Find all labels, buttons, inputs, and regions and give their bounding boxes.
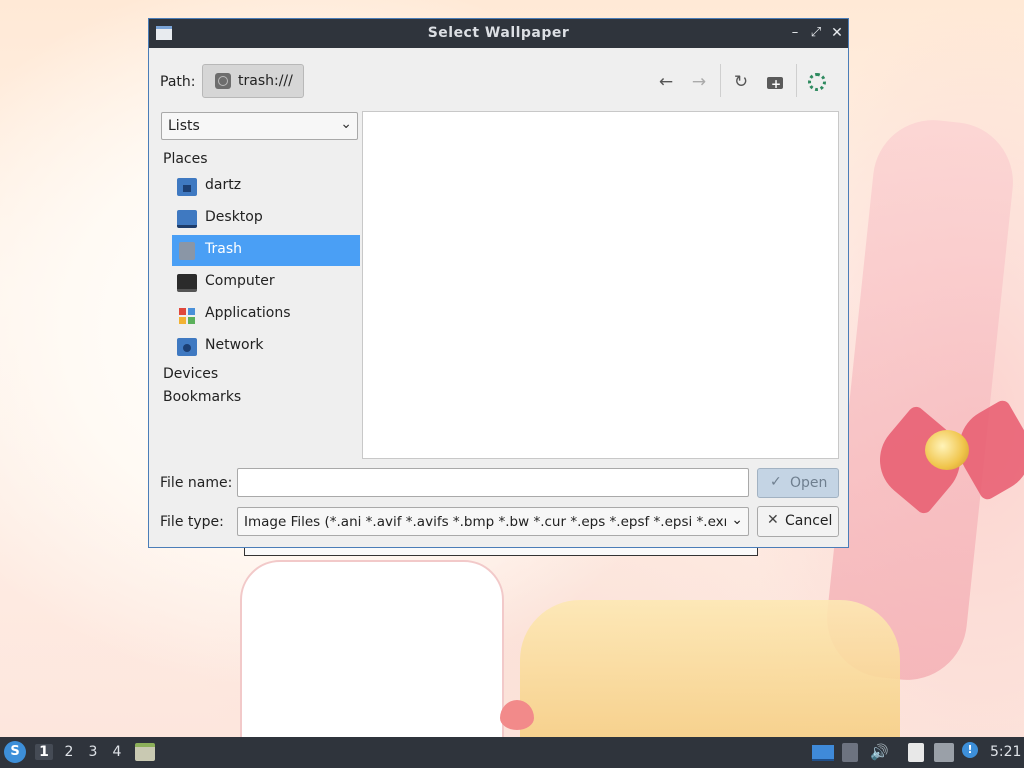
chevron-down-icon: ⌄ bbox=[340, 116, 352, 132]
close-icon: ✕ bbox=[767, 512, 779, 528]
network-icon bbox=[177, 338, 197, 356]
desktop-icon bbox=[177, 210, 197, 228]
cancel-button-label: Cancel bbox=[785, 513, 833, 529]
wallpaper-strawberry-shape bbox=[500, 700, 534, 730]
reload-icon[interactable]: ↻ bbox=[730, 71, 752, 93]
file-list-view[interactable] bbox=[362, 111, 839, 459]
bookmarks-header[interactable]: Bookmarks bbox=[163, 389, 241, 405]
home-folder-icon bbox=[177, 178, 197, 196]
update-notifier-icon[interactable]: ! bbox=[962, 742, 978, 758]
sidebar-item-trash[interactable]: Trash bbox=[172, 235, 360, 266]
network-status-icon[interactable] bbox=[934, 743, 954, 762]
wallpaper-dress-shape bbox=[520, 600, 900, 737]
toolbar-separator bbox=[720, 64, 721, 97]
applications-icon bbox=[177, 306, 197, 324]
back-arrow-icon[interactable]: ← bbox=[655, 71, 677, 93]
computer-icon bbox=[177, 274, 197, 292]
wallpaper-frill-shape bbox=[240, 560, 504, 737]
sidebar-item-label: Network bbox=[205, 337, 264, 353]
view-mode-value: Lists bbox=[168, 118, 200, 134]
check-icon: ✓ bbox=[770, 474, 782, 490]
file-type-select[interactable]: Image Files (*.ani *.avif *.avifs *.bmp … bbox=[237, 507, 749, 536]
forward-arrow-icon[interactable]: → bbox=[688, 71, 710, 93]
new-folder-icon[interactable] bbox=[764, 71, 786, 95]
sidebar-item-label: dartz bbox=[205, 177, 242, 193]
sidebar-item-desktop[interactable]: Desktop bbox=[172, 203, 360, 234]
sidebar-item-label: Applications bbox=[205, 305, 291, 321]
path-label: Path: bbox=[160, 74, 196, 90]
file-type-value: Image Files (*.ani *.avif *.avifs *.bmp … bbox=[244, 514, 726, 530]
show-desktop-icon[interactable] bbox=[812, 745, 834, 761]
select-wallpaper-dialog: Select Wallpaper – ⤢ ✕ Path: trash:/// ←… bbox=[148, 18, 849, 548]
file-type-label: File type: bbox=[160, 514, 224, 530]
file-name-label: File name: bbox=[160, 475, 233, 491]
workspace-4-button[interactable]: 4 bbox=[108, 744, 126, 760]
open-button[interactable]: ✓ Open bbox=[757, 468, 839, 498]
volume-icon[interactable]: 🔊 bbox=[870, 743, 890, 762]
dialog-titlebar[interactable]: Select Wallpaper – ⤢ ✕ bbox=[149, 19, 848, 48]
application-menu-icon[interactable] bbox=[806, 71, 828, 93]
close-button[interactable]: ✕ bbox=[829, 25, 845, 41]
path-value: trash:/// bbox=[238, 73, 293, 89]
file-manager-launcher-icon[interactable] bbox=[135, 743, 155, 761]
cancel-button[interactable]: ✕ Cancel bbox=[757, 506, 839, 537]
eject-icon[interactable] bbox=[842, 743, 858, 762]
taskbar: S 1 2 3 4 🔊 ! 5:21 bbox=[0, 737, 1024, 768]
devices-header[interactable]: Devices bbox=[163, 366, 218, 382]
view-mode-select[interactable]: Lists ⌄ bbox=[161, 112, 358, 140]
chevron-down-icon: ⌄ bbox=[731, 512, 743, 528]
background-window-edge bbox=[244, 548, 758, 556]
maximize-button[interactable]: ⤢ bbox=[808, 25, 824, 41]
workspace-3-button[interactable]: 3 bbox=[84, 744, 102, 760]
sidebar-item-computer[interactable]: Computer bbox=[172, 267, 360, 298]
workspace-2-button[interactable]: 2 bbox=[60, 744, 78, 760]
sidebar-item-dartz[interactable]: dartz bbox=[172, 171, 360, 202]
sidebar-item-label: Computer bbox=[205, 273, 275, 289]
open-button-label: Open bbox=[790, 475, 828, 491]
sidebar-item-network[interactable]: Network bbox=[172, 331, 360, 362]
clipboard-icon[interactable] bbox=[908, 743, 924, 762]
minimize-button[interactable]: – bbox=[787, 25, 803, 41]
sidebar-item-label: Trash bbox=[205, 241, 242, 257]
places-header[interactable]: Places bbox=[163, 151, 208, 167]
wallpaper-bell-shape bbox=[925, 430, 969, 470]
trash-icon bbox=[179, 242, 195, 260]
workspace-1-button[interactable]: 1 bbox=[35, 744, 53, 760]
toolbar-separator bbox=[796, 64, 797, 97]
path-trash-button[interactable]: trash:/// bbox=[202, 64, 304, 98]
sidebar-item-applications[interactable]: Applications bbox=[172, 299, 360, 330]
dialog-title: Select Wallpaper bbox=[427, 25, 570, 41]
sidebar-item-label: Desktop bbox=[205, 209, 263, 225]
file-name-input[interactable] bbox=[237, 468, 749, 497]
trash-location-icon bbox=[215, 73, 231, 89]
start-menu-icon[interactable]: S bbox=[4, 741, 26, 763]
clock[interactable]: 5:21 bbox=[990, 744, 1021, 760]
